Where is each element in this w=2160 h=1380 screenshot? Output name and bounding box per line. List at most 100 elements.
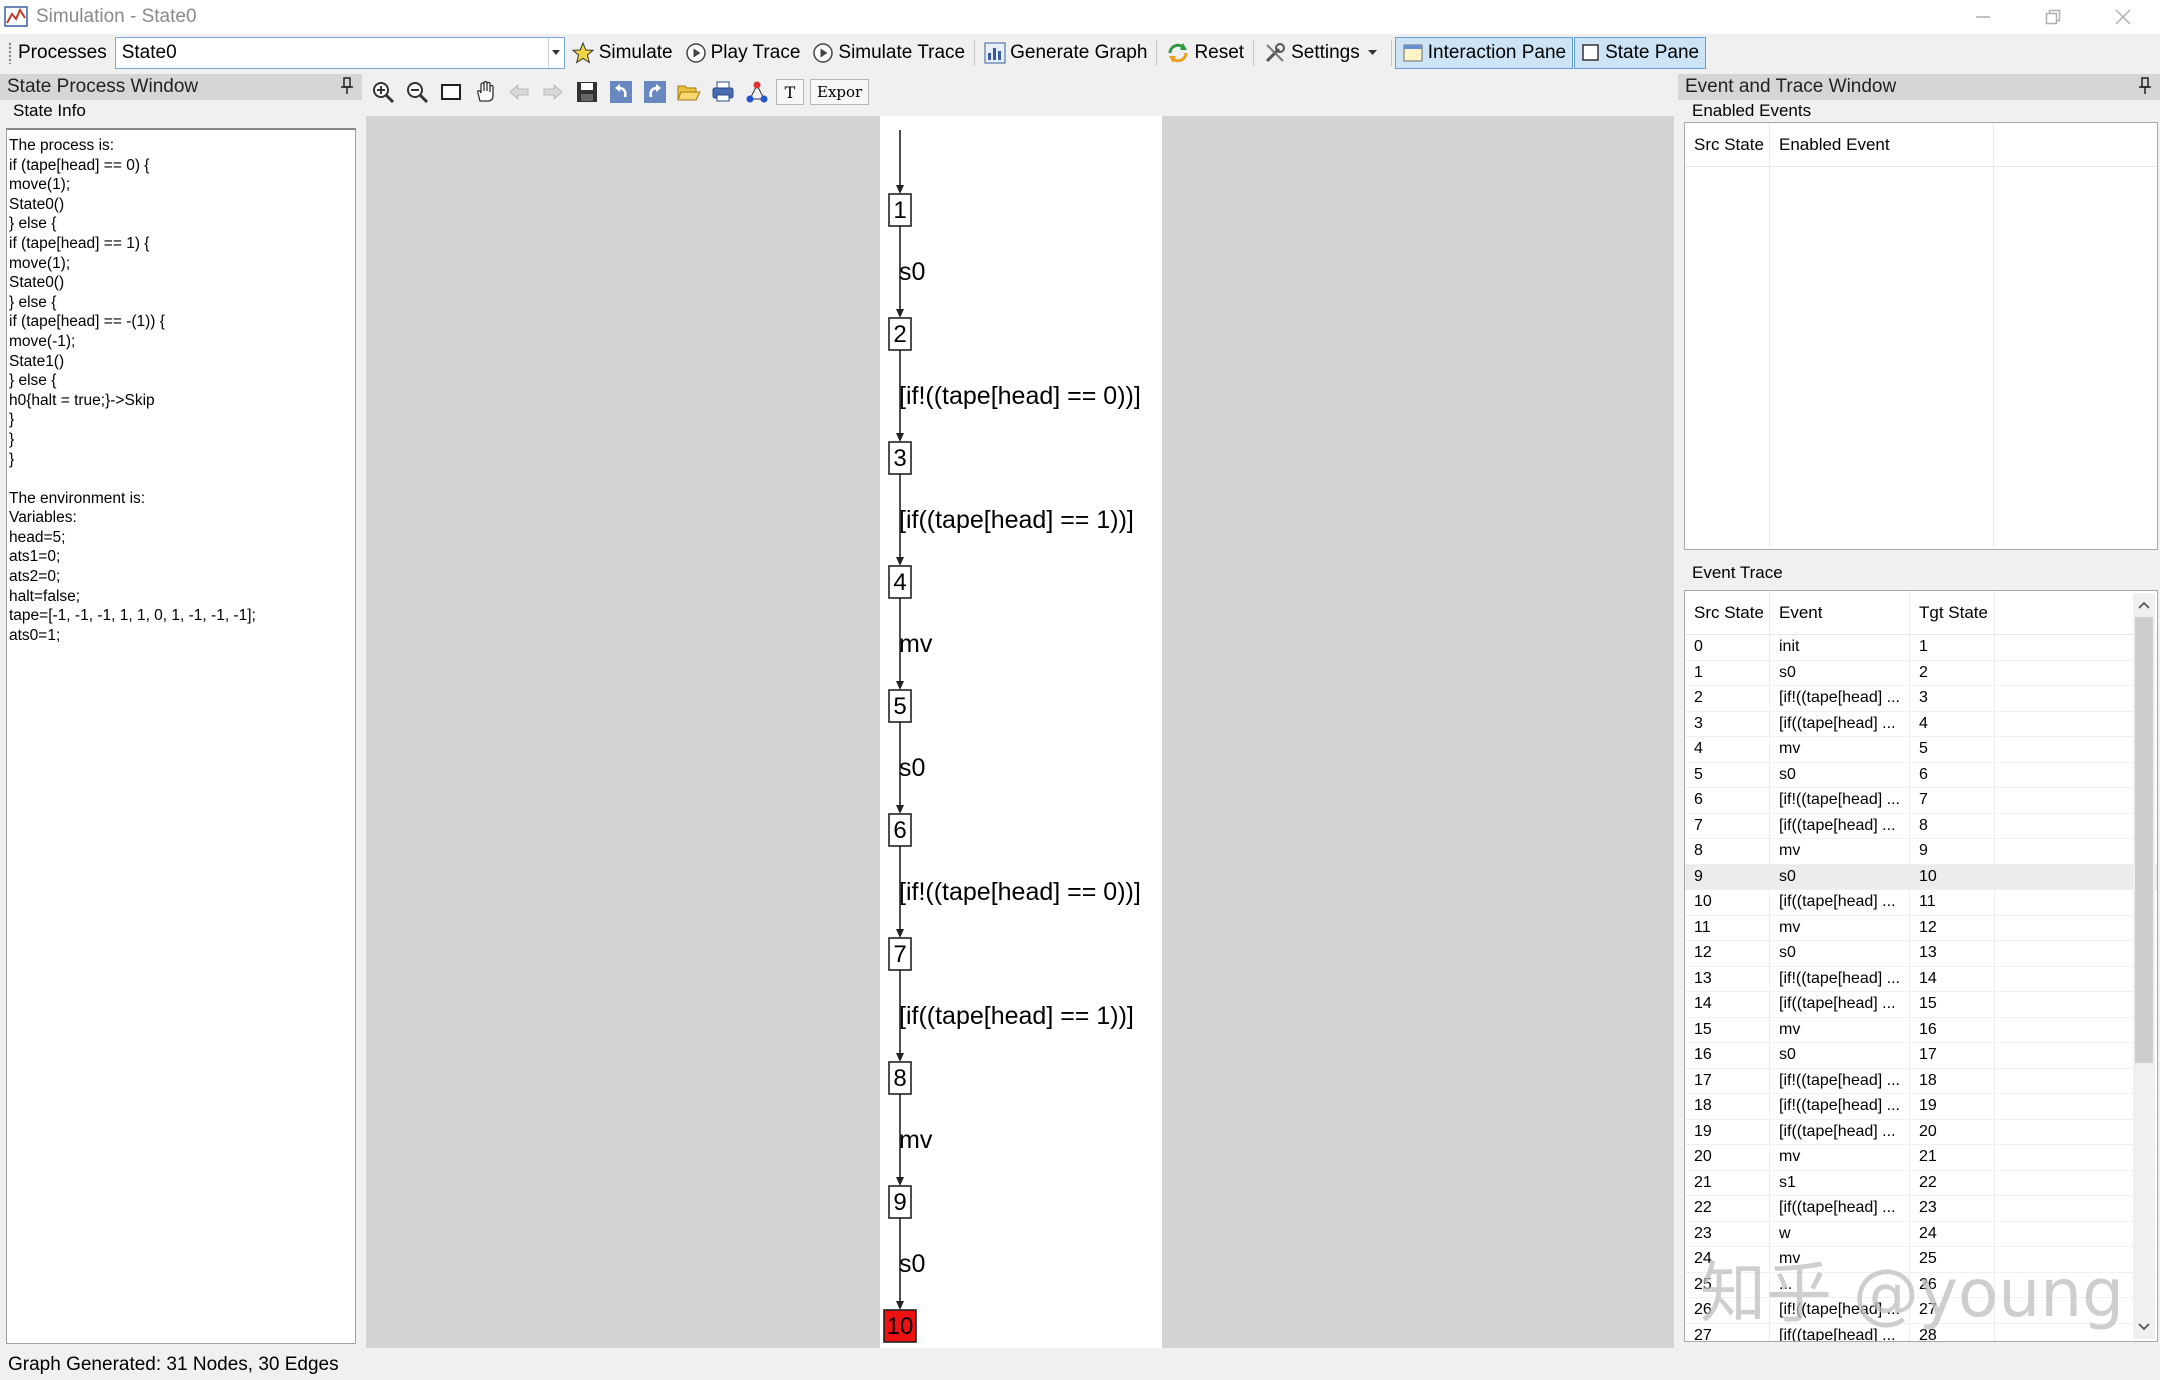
table-row[interactable]: 19 [if((tape[head] ... 20 [1685,1119,2157,1145]
minimize-button[interactable] [1948,0,2018,34]
select-area-button[interactable] [436,78,466,106]
table-row[interactable]: 7 [if((tape[head] ... 8 [1685,813,2157,839]
column-header-tgt-state[interactable]: Tgt State [1910,591,1995,634]
state-info-line: State0() [9,274,65,292]
panel-title-text: Event and Trace Window [1685,76,1897,97]
settings-label: Settings [1291,42,1360,63]
table-row[interactable]: 0 init 1 [1685,635,2157,661]
graph-canvas[interactable]: 1 s0 2 [if!((tape[head] == 0))] 3 [if((tape[h… [366,116,1674,1348]
forward-button[interactable] [538,78,568,106]
pin-icon[interactable] [2138,77,2152,95]
pan-button[interactable] [470,78,500,106]
table-row[interactable]: 20 mv 21 [1685,1145,2157,1171]
state-pane-toggle[interactable]: State Pane [1574,37,1707,69]
redo-button[interactable] [640,78,670,106]
state-graph[interactable]: 1 s0 2 [if!((tape[head] == 0))] 3 [if((tape[h… [366,116,1674,1348]
cell-src-state: 1 [1685,660,1770,685]
table-row[interactable]: 5 s0 6 [1685,762,2157,788]
cell-event: s0 [1770,1043,1910,1068]
simulate-trace-button[interactable]: Simulate Trace [806,37,971,69]
chevron-down-icon[interactable] [547,38,564,68]
reset-button[interactable]: Reset [1160,37,1250,69]
state-info-line: halt=false; [9,587,81,605]
state-info-label: State Info [13,101,86,120]
graph-node-label: 9 [893,1189,906,1216]
cell-src-state: 7 [1685,813,1770,838]
export-button[interactable]: Expor [810,79,870,105]
cell-event: [if((tape[head] ... [1770,711,1910,736]
layout-button[interactable] [742,78,772,106]
state-info-line: } else { [9,293,57,311]
table-row[interactable]: 8 mv 9 [1685,839,2157,865]
print-button[interactable] [708,78,738,106]
zoom-in-icon [373,82,395,104]
close-button[interactable] [2088,0,2158,34]
network-layout-icon [746,81,768,103]
table-row[interactable]: 2 [if!((tape[head] ... 3 [1685,686,2157,712]
undo-button[interactable] [606,78,636,106]
checkbox-icon [1582,44,1599,61]
app-chart-icon [4,6,28,27]
table-row[interactable]: 3 [if((tape[head] ... 4 [1685,711,2157,737]
scroll-up-icon[interactable] [2133,595,2155,615]
pin-icon[interactable] [340,77,354,95]
settings-tools-icon [1266,43,1286,63]
cell-tgt-state: 20 [1910,1119,1995,1144]
column-header-enabled-event[interactable]: Enabled Event [1770,123,1994,166]
column-header-src-state[interactable]: Src State [1685,123,1770,166]
enabled-events-body [1685,167,2157,547]
graph-node-label: 2 [893,321,906,348]
process-select[interactable]: State0 [114,37,565,69]
table-row[interactable]: 16 s0 17 [1685,1043,2157,1069]
state-process-window-title: State Process Window [0,74,362,100]
cell-event: [if!((tape[head] ... [1770,1094,1910,1119]
table-row[interactable]: 22 [if((tape[head] ... 23 [1685,1196,2157,1222]
table-row[interactable]: 18 [if!((tape[head] ... 19 [1685,1094,2157,1120]
table-row[interactable]: 21 s1 22 [1685,1170,2157,1196]
save-button[interactable] [572,78,602,106]
column-header-src-state[interactable]: Src State [1685,591,1770,634]
state-info-line: Variables: [9,509,77,527]
state-info-text[interactable]: The process is: if (tape[head] == 0) {mov… [6,128,356,1344]
column-header-event[interactable]: Event [1770,591,1910,634]
settings-button[interactable]: Settings [1257,37,1388,69]
table-row[interactable]: 15 mv 16 [1685,1017,2157,1043]
table-row[interactable]: 11 mv 12 [1685,915,2157,941]
state-info-line: h0{halt = true;}->Skip [9,391,155,409]
cell-src-state: 2 [1685,686,1770,711]
vertical-scrollbar[interactable] [2133,593,2155,1339]
table-row[interactable]: 14 [if((tape[head] ... 15 [1685,992,2157,1018]
table-row[interactable]: 17 [if!((tape[head] ... 18 [1685,1068,2157,1094]
restore-button[interactable] [2018,0,2088,34]
scroll-down-icon[interactable] [2133,1317,2155,1337]
table-row[interactable]: 12 s0 13 [1685,941,2157,967]
table-row[interactable]: 1 s0 2 [1685,660,2157,686]
text-button[interactable]: T [776,79,804,105]
zoom-in-button[interactable] [368,78,398,106]
enabled-events-header: Src State Enabled Event [1685,123,2157,167]
table-row[interactable]: 13 [if!((tape[head] ... 14 [1685,966,2157,992]
zoom-out-button[interactable] [402,78,432,106]
open-button[interactable] [674,78,704,106]
table-row[interactable]: 6 [if!((tape[head] ... 7 [1685,788,2157,814]
status-bar: Graph Generated: 31 Nodes, 30 Edges [0,1350,2160,1380]
table-row[interactable]: 10 [if((tape[head] ... 11 [1685,890,2157,916]
enabled-events-table[interactable]: Src State Enabled Event [1684,122,2158,550]
scrollbar-thumb[interactable] [2135,617,2153,1063]
back-button[interactable] [504,78,534,106]
cell-tgt-state: 15 [1910,992,1995,1017]
cell-src-state: 10 [1685,890,1770,915]
generate-graph-button[interactable]: Generate Graph [978,37,1153,69]
simulate-button[interactable]: Simulate [565,37,679,69]
play-trace-button[interactable]: Play Trace [679,37,807,69]
cell-src-state: 0 [1685,635,1770,660]
interaction-pane-toggle[interactable]: Interaction Pane [1394,37,1574,69]
state-info-line: The environment is: [9,489,146,507]
table-row[interactable]: 4 mv 5 [1685,737,2157,763]
state-info-line: State1() [9,352,65,370]
star-icon [571,41,595,64]
event-trace-table[interactable]: Src State Event Tgt State 0 init 1 1 s0 2 2 [if… [1684,590,2158,1342]
table-row[interactable]: 9 s0 10 [1685,864,2157,890]
toolbar-grip[interactable] [8,42,12,64]
chevron-down-icon [1367,50,1377,55]
